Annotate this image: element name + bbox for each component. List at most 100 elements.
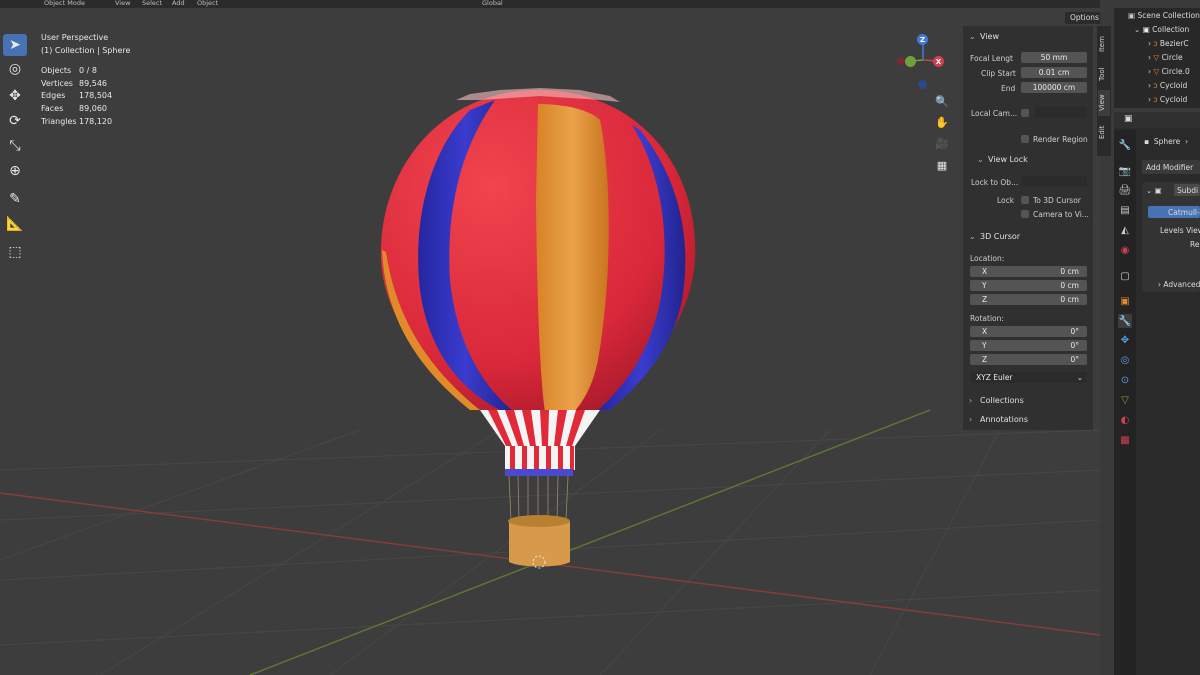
pan-button[interactable]: ✋ bbox=[933, 113, 951, 131]
world-tab-icon[interactable]: ◉ bbox=[1118, 243, 1132, 257]
outliner-scene-collection[interactable]: ▣ Scene Collection bbox=[1128, 9, 1200, 23]
move-tool[interactable]: ✥ bbox=[3, 85, 27, 107]
viewport-header: Object Mode View Select Add Object Globa… bbox=[0, 0, 1100, 8]
outliner-item[interactable]: › ↄ BezierC bbox=[1148, 37, 1189, 51]
ruler-icon: 📐 bbox=[6, 216, 24, 232]
tool-tab-icon[interactable]: 🔧 bbox=[1118, 138, 1132, 152]
texture-tab-icon[interactable]: ▩ bbox=[1118, 433, 1132, 447]
view-section-header[interactable]: ⌄ View bbox=[963, 29, 1093, 45]
location-x-field[interactable]: X0 cm bbox=[970, 266, 1087, 277]
data-tab-icon[interactable]: ▽ bbox=[1118, 393, 1132, 407]
rotation-z-field[interactable]: Z 0° bbox=[970, 354, 1087, 365]
transform-tool[interactable]: ⊕ bbox=[3, 160, 27, 182]
outliner-collection[interactable]: ⌄ ▣ Collection bbox=[1134, 23, 1189, 37]
constraints-tab-icon[interactable]: ⊙ bbox=[1118, 373, 1132, 387]
menu-add[interactable]: Add bbox=[172, 0, 185, 7]
chevron-right-icon: › bbox=[1148, 53, 1151, 62]
clip-end-field[interactable]: 100000 cm bbox=[1021, 82, 1087, 93]
location-y-field[interactable]: Y0 cm bbox=[970, 280, 1087, 291]
gizmo-y-axis[interactable] bbox=[905, 56, 916, 67]
navigation-gizmo[interactable]: Z X bbox=[895, 32, 955, 92]
tab-view[interactable]: View bbox=[1098, 90, 1110, 116]
outliner-item[interactable]: › ▽ Circle.0 bbox=[1148, 65, 1190, 79]
focal-length-field[interactable]: 50 mm bbox=[1021, 52, 1087, 63]
scene-tab-icon[interactable]: ◭ bbox=[1118, 223, 1132, 237]
lock-to-object-field[interactable] bbox=[1021, 176, 1087, 187]
add-modifier-button[interactable]: Add Modifier bbox=[1142, 160, 1200, 174]
annotate-tool[interactable]: ✎ bbox=[3, 188, 27, 210]
render-region-label: Render Region bbox=[1033, 135, 1088, 144]
crosshair-icon: ◎ bbox=[8, 61, 22, 77]
menu-view[interactable]: View bbox=[115, 0, 130, 7]
collections-section-header[interactable]: › Collections bbox=[963, 393, 1093, 409]
ortho-toggle-button[interactable]: ▦ bbox=[933, 156, 951, 174]
cursor-tool[interactable]: ◎ bbox=[3, 58, 27, 80]
outliner-item[interactable]: › ↄ Cycloid bbox=[1148, 93, 1187, 107]
object-tab-icon[interactable]: ▣ bbox=[1118, 294, 1132, 308]
catmull-clark-button[interactable]: Catmull- bbox=[1148, 206, 1200, 218]
rotation-mode-dropdown[interactable]: XYZ Euler ⌄ bbox=[970, 372, 1087, 383]
tab-item[interactable]: Item bbox=[1098, 30, 1110, 58]
gizmo-neg-x[interactable] bbox=[897, 57, 905, 65]
add-cube-tool[interactable]: ⬚ bbox=[3, 241, 27, 263]
particles-tab-icon[interactable]: ✥ bbox=[1118, 333, 1132, 347]
editor-type-icon[interactable]: ▣ bbox=[1124, 114, 1133, 124]
clip-end-label: End bbox=[1001, 84, 1016, 93]
gizmo-neg-z[interactable] bbox=[918, 80, 927, 89]
rotate-icon: ⟳ bbox=[9, 113, 21, 129]
object-name-breadcrumb[interactable]: ▪ Sphere › bbox=[1144, 137, 1188, 146]
to-3d-cursor-checkbox[interactable] bbox=[1021, 196, 1029, 204]
view-lock-header[interactable]: ⌄ View Lock bbox=[963, 152, 1093, 168]
clip-start-field[interactable]: 0.01 cm bbox=[1021, 67, 1087, 78]
chevron-down-icon: ⌄ bbox=[969, 232, 976, 241]
menu-object[interactable]: Object bbox=[197, 0, 218, 7]
transform-orientation-dropdown[interactable]: Global bbox=[482, 0, 503, 7]
gizmo-z-axis[interactable]: Z bbox=[917, 34, 928, 45]
zoom-button[interactable]: 🔍 bbox=[933, 92, 951, 110]
annotations-section-header[interactable]: › Annotations bbox=[963, 412, 1093, 428]
measure-tool[interactable]: 📐 bbox=[3, 213, 27, 235]
modifier-tab-icon[interactable]: 🔧 bbox=[1118, 314, 1132, 328]
camera-to-view-checkbox[interactable] bbox=[1021, 210, 1029, 218]
physics-tab-icon[interactable]: ◎ bbox=[1118, 353, 1132, 367]
mode-dropdown[interactable]: Object Mode bbox=[44, 0, 85, 7]
chevron-right-icon: › bbox=[1148, 95, 1151, 104]
select-box-tool[interactable]: ➤ bbox=[3, 34, 27, 56]
render-region-checkbox[interactable] bbox=[1021, 135, 1029, 143]
outliner: ▣ Scene Collection ⌄ ▣ Collection › ↄ Be… bbox=[1114, 8, 1200, 108]
scale-tool[interactable]: ⤡ bbox=[3, 135, 27, 157]
menu-select[interactable]: Select bbox=[142, 0, 162, 7]
collection-info: (1) Collection | Sphere bbox=[41, 45, 131, 55]
modifier-header[interactable]: ⌄ ▣ bbox=[1146, 186, 1162, 195]
view-layer-tab-icon[interactable]: ▤ bbox=[1118, 203, 1132, 217]
rotation-y-field[interactable]: Y 0° bbox=[970, 340, 1087, 351]
rotate-tool[interactable]: ⟳ bbox=[3, 110, 27, 132]
local-camera-checkbox[interactable] bbox=[1021, 109, 1029, 117]
stat-objects: Objects 0 / 8 bbox=[41, 66, 97, 76]
outliner-item[interactable]: › ▽ Circle bbox=[1148, 51, 1183, 65]
render-tab-icon[interactable]: 📷 bbox=[1118, 164, 1132, 178]
options-button[interactable]: Options ⌄ bbox=[1065, 12, 1100, 24]
hot-air-balloon[interactable] bbox=[380, 88, 696, 569]
location-z-field[interactable]: Z0 cm bbox=[970, 294, 1087, 305]
object-icon: ▪ bbox=[1144, 137, 1150, 146]
advanced-subpanel[interactable]: › Advanced bbox=[1158, 280, 1200, 289]
pencil-icon: ✎ bbox=[9, 191, 21, 207]
chevron-down-icon: ⌄ bbox=[977, 155, 984, 164]
output-tab-icon[interactable]: 🖨 bbox=[1118, 183, 1132, 197]
magnifier-icon: 🔍 bbox=[935, 94, 949, 108]
gizmo-x-axis[interactable]: X bbox=[933, 56, 944, 67]
collection-tab-icon[interactable]: ▢ bbox=[1118, 269, 1132, 283]
tab-tool[interactable]: Tool bbox=[1098, 62, 1110, 86]
tab-edit[interactable]: Edit bbox=[1098, 120, 1110, 144]
material-tab-icon[interactable]: ◐ bbox=[1118, 413, 1132, 427]
local-camera-field[interactable] bbox=[1035, 107, 1087, 118]
modifier-name-field[interactable]: Subdi bbox=[1174, 184, 1200, 196]
3d-cursor-section-header[interactable]: ⌄ 3D Cursor bbox=[963, 229, 1093, 245]
3d-viewport[interactable]: Object Mode View Select Add Object Globa… bbox=[0, 0, 1100, 675]
outliner-item[interactable]: › ↄ Cycloid bbox=[1148, 79, 1187, 93]
clip-start-label: Clip Start bbox=[981, 69, 1016, 78]
camera-view-button[interactable]: 🎥 bbox=[933, 134, 951, 152]
lock-to-object-label: Lock to Ob... bbox=[971, 178, 1019, 187]
rotation-x-field[interactable]: X 0° bbox=[970, 326, 1087, 337]
